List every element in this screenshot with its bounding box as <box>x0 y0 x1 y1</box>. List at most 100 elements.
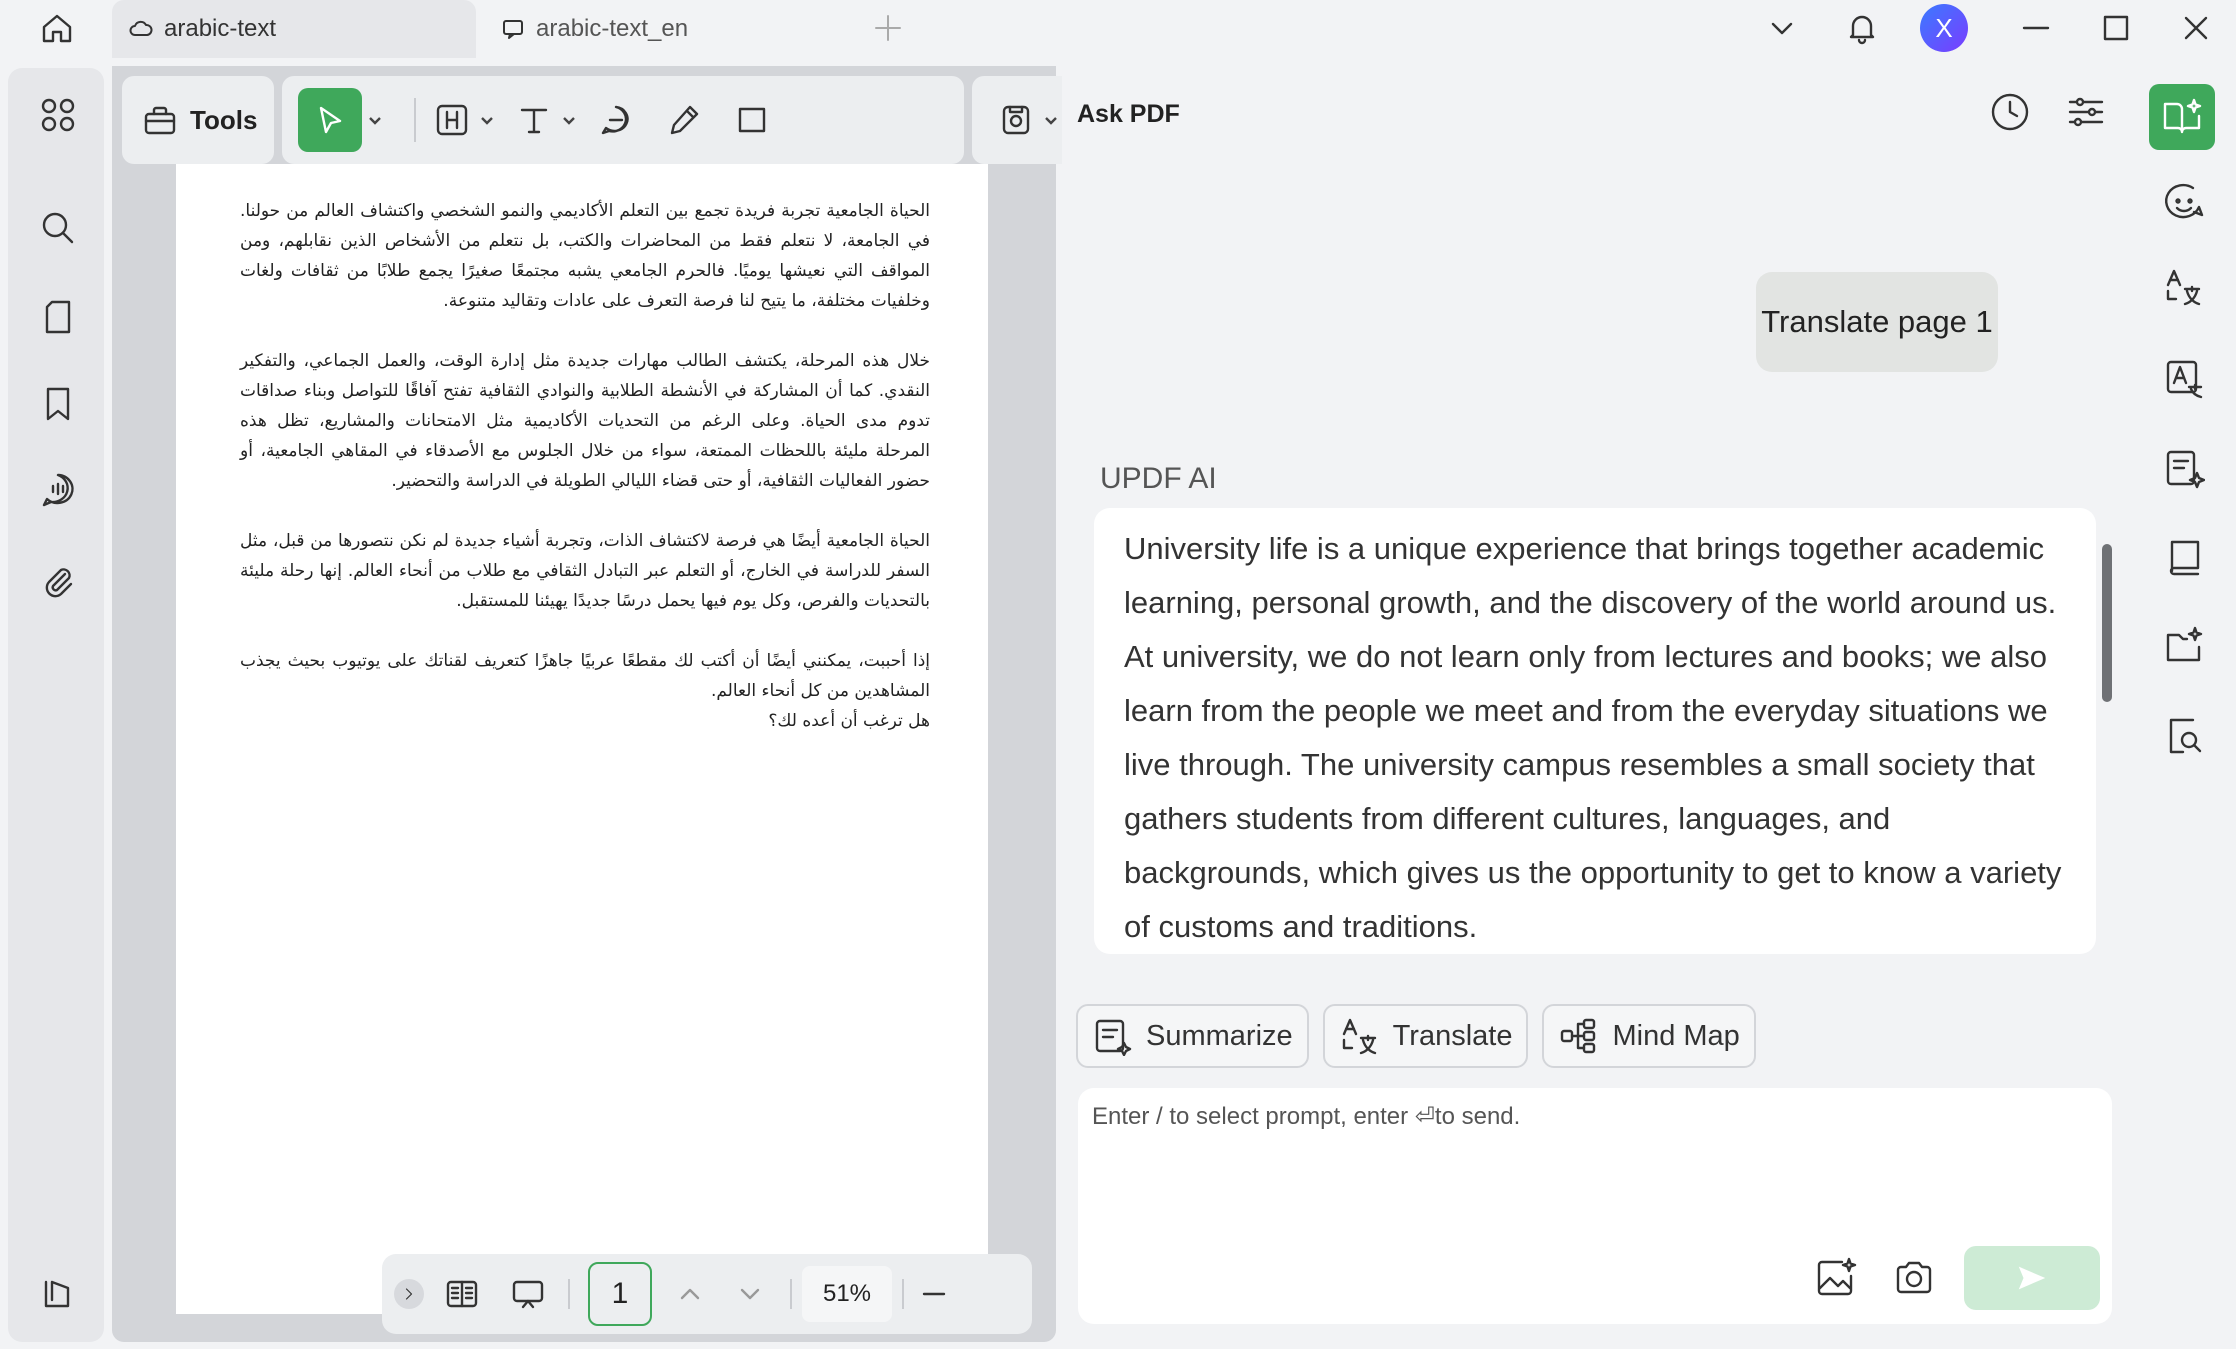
summarize-icon <box>2166 450 2205 489</box>
left-sidebar <box>8 68 104 1342</box>
close-window-button[interactable] <box>2176 8 2216 48</box>
tools-button[interactable]: Tools <box>122 76 274 164</box>
summarize-mode[interactable] <box>2154 438 2214 498</box>
chat-scrollbar[interactable] <box>2102 544 2112 702</box>
zoom-level[interactable]: 51% <box>802 1266 892 1322</box>
comment-icon <box>601 105 629 135</box>
tools-label: Tools <box>190 104 258 135</box>
stamp-icon <box>1002 105 1030 135</box>
new-tab-button[interactable] <box>870 10 906 46</box>
search-mode[interactable] <box>2154 706 2214 766</box>
home-button[interactable] <box>22 6 92 50</box>
translate-icon <box>2166 269 2201 306</box>
tab-list-dropdown[interactable] <box>1762 8 1802 48</box>
cursor-icon <box>319 106 342 134</box>
comment-tool[interactable] <box>594 88 638 152</box>
bookmark-icon <box>46 387 70 421</box>
mind-map-icon <box>1561 1018 1596 1054</box>
translate-button[interactable]: Translate <box>1322 1004 1529 1068</box>
maximize-icon <box>2103 15 2129 41</box>
collapse-button[interactable] <box>394 1279 424 1309</box>
summarize-button[interactable]: Summarize <box>1076 1004 1309 1068</box>
chat-input-box <box>1078 1088 2112 1324</box>
user-avatar[interactable]: X <box>1920 4 1968 52</box>
ocr-translate-mode[interactable] <box>2154 348 2214 408</box>
screenshot-button[interactable] <box>1892 1256 1936 1300</box>
next-page-button[interactable] <box>720 1264 780 1324</box>
ai-response: University life is a unique experience t… <box>1094 508 2096 954</box>
text-tool[interactable] <box>512 88 556 152</box>
chevron-down-icon <box>740 1288 760 1300</box>
sidebar-attachments[interactable] <box>38 560 78 600</box>
user-message: Translate page 1 <box>1756 272 1998 372</box>
avatar-initial: X <box>1935 12 1953 43</box>
sidebar-comments[interactable] <box>38 470 78 510</box>
bell-icon <box>1849 15 1875 45</box>
highlight-tool[interactable] <box>430 88 474 152</box>
stamp-tool[interactable] <box>994 88 1038 152</box>
close-icon <box>2184 16 2208 40</box>
text-translate-icon <box>2166 360 2203 399</box>
quick-actions: Summarize Translate Mind Map <box>1076 1004 1770 1068</box>
chat-icon <box>503 20 523 39</box>
translate-label: Translate <box>1392 1019 1513 1052</box>
cloud-icon <box>129 20 153 36</box>
chevron-down-icon[interactable] <box>366 111 384 129</box>
sidebar-search[interactable] <box>38 208 78 248</box>
document-search-icon <box>2169 718 2202 754</box>
paragraph: خلال هذه المرحلة، يكتشف الطالب مهارات جد… <box>240 351 930 491</box>
camera-icon <box>1896 1261 1932 1294</box>
notifications-button[interactable] <box>1842 8 1882 48</box>
history-button[interactable] <box>1988 90 2036 138</box>
tab-arabic-text-en[interactable]: arabic-text_en <box>484 0 846 58</box>
minimize-button[interactable] <box>2016 8 2056 48</box>
paperclip-icon <box>45 568 73 598</box>
book-ai-icon <box>2163 98 2202 134</box>
sidebar-pages[interactable] <box>38 297 78 337</box>
chevron-down-icon[interactable] <box>560 111 578 129</box>
chevron-down-icon[interactable] <box>1042 111 1060 129</box>
grid-icon <box>41 98 75 132</box>
settings-button[interactable] <box>2064 90 2112 138</box>
translate-mode[interactable] <box>2154 258 2214 318</box>
sidebar-apps[interactable] <box>38 95 78 135</box>
reader-mode[interactable] <box>2154 528 2214 588</box>
page-view-button[interactable] <box>432 1264 492 1324</box>
sliders-icon <box>2068 97 2104 127</box>
chevron-down-icon <box>1771 22 1793 35</box>
files-mode[interactable] <box>2154 616 2214 676</box>
search-icon <box>42 212 74 244</box>
send-icon <box>2018 1266 2046 1290</box>
document-area: Tools الحياة الجامعية تجربة فريدة تجمع ب… <box>112 66 1146 1342</box>
book-icon <box>2169 540 2200 576</box>
separator <box>902 1279 904 1309</box>
presentation-button[interactable] <box>498 1264 558 1324</box>
comment-icon <box>42 473 74 507</box>
previous-page-button[interactable] <box>660 1264 720 1324</box>
maximize-button[interactable] <box>2096 8 2136 48</box>
layers-icon <box>44 1280 70 1308</box>
chat-face-icon <box>2165 183 2204 219</box>
shape-tool[interactable] <box>730 88 774 152</box>
mind-map-button[interactable]: Mind Map <box>1542 1004 1756 1068</box>
sidebar-bookmarks[interactable] <box>38 384 78 424</box>
sidebar-layers[interactable] <box>38 1274 78 1314</box>
minus-icon <box>922 1292 946 1296</box>
minimize-icon <box>2022 26 2050 30</box>
image-upload-button[interactable] <box>1814 1256 1858 1300</box>
panel-title: Ask PDF <box>1077 100 1180 128</box>
chat-mode[interactable] <box>2154 172 2214 232</box>
draw-tool[interactable] <box>662 88 706 152</box>
select-tool[interactable] <box>298 88 362 152</box>
tab-arabic-text[interactable]: arabic-text <box>112 0 476 58</box>
paragraph: إذا أحببت، يمكنني أيضًا أن أكتب لك مقطعً… <box>240 651 930 731</box>
chevron-down-icon[interactable] <box>478 111 496 129</box>
prompt-input[interactable] <box>1092 1102 2052 1202</box>
heading-icon <box>436 104 468 136</box>
page-number-input[interactable]: 1 <box>588 1262 652 1326</box>
zoom-out-button[interactable] <box>914 1264 954 1324</box>
ask-pdf-mode[interactable] <box>2149 84 2215 150</box>
page-navigation-bar: 1 51% <box>382 1254 1032 1334</box>
send-button[interactable] <box>1964 1246 2100 1310</box>
toolbox-icon <box>144 106 176 135</box>
